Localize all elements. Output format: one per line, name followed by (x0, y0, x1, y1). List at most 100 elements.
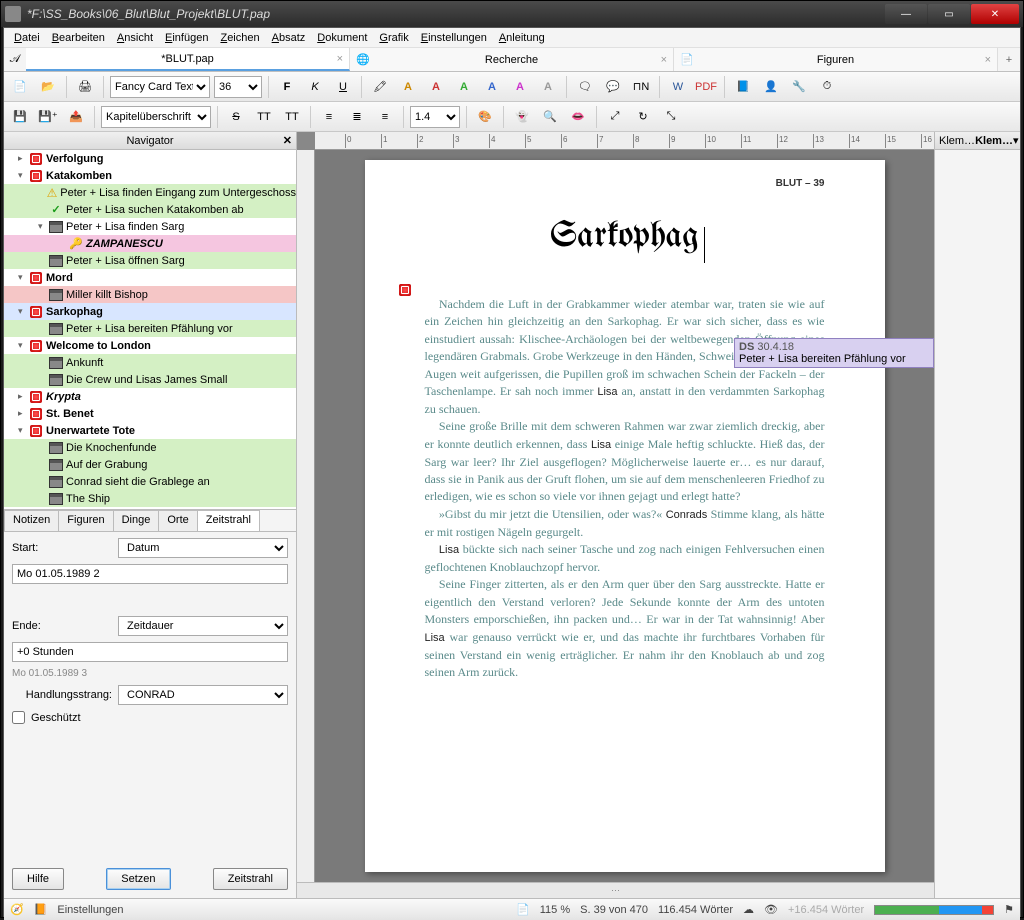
nav-scene[interactable]: The Ship (4, 490, 296, 507)
export-word-icon[interactable]: W (666, 75, 690, 99)
start-value-input[interactable] (12, 564, 288, 584)
strand-select[interactable]: CONRAD (118, 685, 288, 705)
nav-chapter[interactable]: ▾Welcome to London (4, 337, 296, 354)
detail-tab-figuren[interactable]: Figuren (58, 510, 113, 531)
align-right-icon[interactable]: ≡ (373, 105, 397, 129)
maximize-button[interactable]: ▭ (928, 4, 970, 24)
save-icon[interactable]: 💾 (8, 105, 32, 129)
menu-zeichen[interactable]: Zeichen (214, 30, 265, 46)
compass-icon[interactable]: 🧭 (10, 903, 24, 916)
close-tab-icon[interactable]: × (337, 53, 343, 65)
person-icon[interactable]: 👤 (759, 75, 783, 99)
close-tab-icon[interactable]: × (661, 54, 667, 66)
minimize-button[interactable]: — (885, 4, 927, 24)
superscript-icon[interactable]: TT (252, 105, 276, 129)
nav-chapter[interactable]: ▾Mord (4, 269, 296, 286)
note-icon[interactable]: 🗨 (573, 75, 597, 99)
menu-datei[interactable]: Datei (8, 30, 46, 46)
refresh-icon[interactable]: ↻ (631, 105, 655, 129)
end-value-input[interactable] (12, 642, 288, 662)
bracket-n-icon[interactable]: ⊓N (629, 75, 653, 99)
print-icon[interactable]: 🖨 (73, 75, 97, 99)
italic-icon[interactable]: K (303, 75, 327, 99)
nav-scene[interactable]: Conrad sieht die Grablege an (4, 473, 296, 490)
margin-annotation[interactable]: DS 30.4.18 Peter + Lisa bereiten Pfählun… (734, 338, 934, 368)
menu-einfügen[interactable]: Einfügen (159, 30, 214, 46)
menu-anleitung[interactable]: Anleitung (493, 30, 551, 46)
nav-chapter[interactable]: ▾Katakomben (4, 167, 296, 184)
paragraph[interactable]: Seine Finger zitterten, als er den Arm q… (425, 576, 825, 681)
nav-chapter[interactable]: ▸Verfolgung (4, 150, 296, 167)
highlight-icon[interactable]: 🖍 (368, 75, 392, 99)
export-icon[interactable]: 📤 (64, 105, 88, 129)
nav-chapter[interactable]: ▾Unerwartete Tote (4, 422, 296, 439)
color-a-icon[interactable]: A (424, 75, 448, 99)
clipboard-tab-2[interactable]: Klem… (975, 135, 1013, 147)
collapse-icon[interactable]: ⤡ (659, 105, 683, 129)
nav-scene[interactable]: Die Crew und Lisas James Small (4, 371, 296, 388)
nav-scene[interactable]: ⚠Peter + Lisa finden Eingang zum Unterge… (4, 184, 296, 201)
zoom-level[interactable]: 115 % (540, 904, 570, 916)
nav-scene[interactable]: Auf der Grabung (4, 456, 296, 473)
line-spacing-select[interactable]: 1.4 (410, 106, 460, 128)
detail-tab-zeitstrahl[interactable]: Zeitstrahl (197, 510, 260, 531)
nav-scene[interactable]: Peter + Lisa bereiten Pfählung vor (4, 320, 296, 337)
horizontal-scrollbar[interactable]: ⋯ (297, 882, 934, 898)
paragraph[interactable]: Lisa bückte sich nach seiner Tasche und … (425, 541, 825, 576)
end-mode-select[interactable]: Zeitdauer (118, 616, 288, 636)
nav-chapter[interactable]: ▸Krypta (4, 388, 296, 405)
note2-icon[interactable]: 💬 (601, 75, 625, 99)
clipboard-tab[interactable]: Klem… (939, 135, 975, 147)
save-as-icon[interactable]: 💾⁺ (36, 105, 60, 129)
bold-icon[interactable]: F (275, 75, 299, 99)
detail-tab-orte[interactable]: Orte (158, 510, 197, 531)
flag-icon[interactable]: ⚑ (1004, 903, 1014, 916)
nav-scene[interactable]: Miller killt Bishop (4, 286, 296, 303)
page-viewport[interactable]: BLUT – 39 Sarkophag Nachdem die Luft in … (315, 150, 934, 882)
tab-recherche[interactable]: 🌐 Recherche × (350, 48, 674, 71)
align-left-icon[interactable]: ≡ (317, 105, 341, 129)
start-mode-select[interactable]: Datum (118, 538, 288, 558)
search-icon[interactable]: 🔍 (538, 105, 562, 129)
paragraph[interactable]: »Gibst du mir jetzt die Utensilien, oder… (425, 506, 825, 541)
color-a-icon[interactable]: A (452, 75, 476, 99)
expand-icon[interactable]: ⤢ (603, 105, 627, 129)
color-a-icon[interactable]: A (536, 75, 560, 99)
align-center-icon[interactable]: ≣ (345, 105, 369, 129)
menu-ansicht[interactable]: Ansicht (111, 30, 159, 46)
tab-document[interactable]: *BLUT.pap × (26, 48, 350, 71)
menu-einstellungen[interactable]: Einstellungen (415, 30, 493, 46)
nav-scene[interactable]: 🔑ZAMPANESCU (4, 235, 296, 252)
dropdown-icon[interactable]: ▾ (1013, 134, 1019, 147)
nav-scene[interactable]: Ankunft (4, 354, 296, 371)
menu-dokument[interactable]: Dokument (311, 30, 373, 46)
lips-icon[interactable]: 👄 (566, 105, 590, 129)
font-family-select[interactable]: Fancy Card Text (110, 76, 210, 98)
nav-scene[interactable]: Peter + Lisa öffnen Sarg (4, 252, 296, 269)
protected-checkbox[interactable] (12, 711, 25, 724)
export-pdf-icon[interactable]: PDF (694, 75, 718, 99)
nav-chapter[interactable]: ▸St. Benet (4, 405, 296, 422)
color-a-icon[interactable]: A (480, 75, 504, 99)
color-a-icon[interactable]: A (508, 75, 532, 99)
page-nav-icon[interactable]: 📄 (516, 903, 530, 916)
set-button[interactable]: Setzen (106, 868, 170, 890)
cloud-icon[interactable]: ☁ (743, 903, 754, 916)
vertical-ruler[interactable] (297, 150, 315, 882)
book-icon[interactable]: 📙 (34, 903, 48, 916)
close-navigator-icon[interactable]: ✕ (283, 134, 292, 147)
menu-absatz[interactable]: Absatz (266, 30, 312, 46)
settings-label[interactable]: Einstellungen (57, 904, 123, 916)
ghost-icon[interactable]: 👻 (510, 105, 534, 129)
strike-icon[interactable]: S (224, 105, 248, 129)
palette-icon[interactable]: 🎨 (473, 105, 497, 129)
new-file-icon[interactable]: 📄 (8, 75, 32, 99)
chapter-title[interactable]: Sarkophag (425, 219, 825, 256)
thing-icon[interactable]: 🔧 (787, 75, 811, 99)
object-icon[interactable]: 📘 (731, 75, 755, 99)
close-tab-icon[interactable]: × (985, 54, 991, 66)
nav-scene[interactable]: Die Knochenfunde (4, 439, 296, 456)
menu-bearbeiten[interactable]: Bearbeiten (46, 30, 111, 46)
subscript-icon[interactable]: TT (280, 105, 304, 129)
nav-chapter[interactable]: ▾Sarkophag (4, 303, 296, 320)
